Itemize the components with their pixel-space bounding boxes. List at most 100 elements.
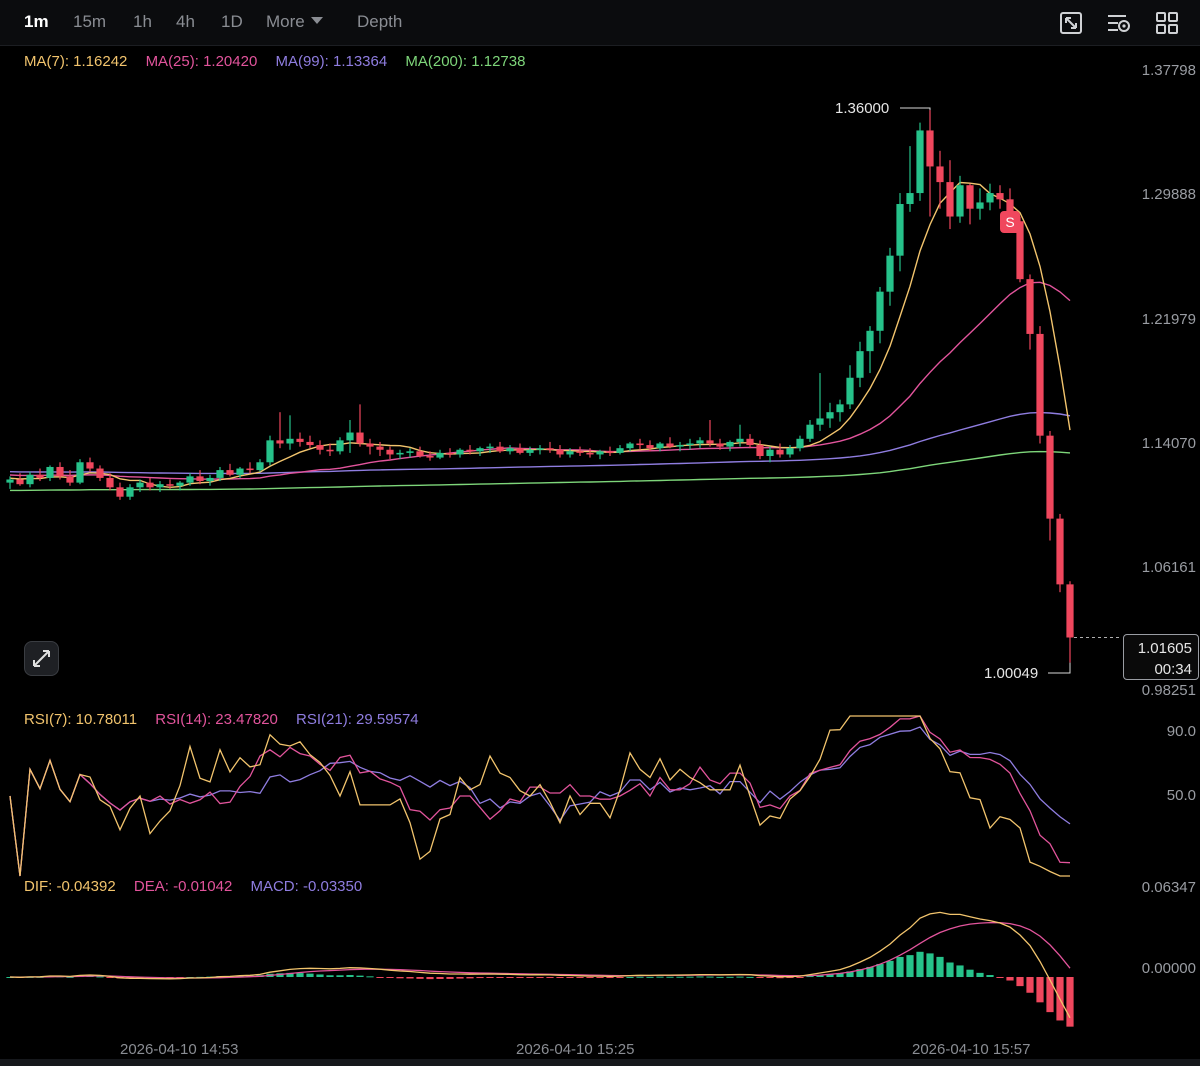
- candle-body: [856, 351, 864, 378]
- candle-body: [476, 448, 484, 452]
- candle-body: [686, 443, 694, 446]
- macd-histogram-bar: [486, 977, 494, 978]
- candle-body: [926, 130, 934, 167]
- macd-histogram-bar: [926, 953, 934, 977]
- candle-body: [756, 445, 764, 457]
- rsi-legend: RSI(7): 10.78011 RSI(14): 23.47820 RSI(2…: [24, 711, 433, 728]
- candle-body: [356, 432, 364, 444]
- candle-body: [36, 474, 44, 478]
- candle-body: [846, 377, 854, 405]
- ma7-label: MA(7): 1.16242: [24, 53, 128, 70]
- candle-body: [676, 445, 684, 447]
- rsi-axis-tick: 90.0: [1166, 723, 1196, 740]
- macd-histogram-bar: [916, 951, 924, 977]
- macd-histogram-bar: [716, 976, 724, 978]
- candle-body: [996, 193, 1004, 200]
- time-axis-label: 2026-04-10 15:25: [516, 1041, 635, 1058]
- candle-body: [516, 448, 524, 453]
- candle-body: [186, 476, 194, 483]
- macd-histogram-bar: [686, 976, 694, 978]
- candle-body: [76, 462, 84, 483]
- macd-histogram-bar: [886, 960, 894, 977]
- candle-body: [126, 487, 134, 497]
- candle-body: [246, 468, 254, 471]
- candle-body: [1056, 518, 1064, 585]
- macd-histogram-bar: [536, 977, 544, 978]
- macd-histogram-bar: [966, 969, 974, 977]
- candle-body: [576, 451, 584, 453]
- candle-body: [976, 202, 984, 209]
- candle-body: [526, 449, 534, 453]
- candle-body: [816, 418, 824, 425]
- candle-body: [166, 484, 174, 486]
- macd-histogram-bar: [356, 975, 364, 977]
- candle-body: [746, 438, 754, 446]
- macd-histogram-bar: [336, 975, 344, 977]
- candle-body: [206, 477, 214, 482]
- macd-histogram-bar: [956, 965, 964, 977]
- candle-body: [586, 452, 594, 455]
- price-axis-tick: 1.06161: [1141, 559, 1196, 576]
- candle-body: [116, 487, 124, 497]
- macd-histogram-bar: [496, 977, 504, 978]
- candle-body: [26, 474, 34, 485]
- candle-body: [896, 204, 904, 256]
- candle-body: [1066, 584, 1074, 638]
- macd-histogram-bar: [576, 977, 584, 978]
- macd-histogram-bar: [596, 977, 604, 978]
- macd-histogram-bar: [566, 977, 574, 978]
- macd-legend: DIF: -0.04392 DEA: -0.01042 MACD: -0.033…: [24, 878, 376, 895]
- rsi14-label: RSI(14): 23.47820: [155, 711, 278, 728]
- macd-histogram-bar: [906, 955, 914, 977]
- candle-body: [736, 438, 744, 442]
- macd-value-label: MACD: -0.03350: [250, 878, 363, 895]
- candle-body: [956, 185, 964, 217]
- candle-body: [336, 440, 344, 452]
- ma25-label: MA(25): 1.20420: [145, 53, 258, 70]
- candle-body: [1036, 333, 1044, 436]
- candle-body: [176, 482, 184, 486]
- macd-histogram-bar: [676, 976, 684, 978]
- macd-histogram-bar: [666, 976, 674, 978]
- candle-body: [806, 424, 814, 439]
- macd-histogram-bar: [306, 973, 314, 977]
- candle-body: [966, 185, 974, 209]
- price-axis-tick: 1.37798: [1141, 62, 1196, 79]
- macd-histogram-bar: [556, 977, 564, 978]
- sell-marker-label: S: [1005, 214, 1014, 230]
- macd-histogram-bar: [946, 962, 954, 977]
- macd-histogram-bar: [616, 977, 624, 978]
- macd-histogram-bar: [896, 956, 904, 977]
- candle-body: [226, 470, 234, 475]
- macd-histogram-bar: [476, 977, 484, 979]
- low-price-label: 1.00049: [984, 665, 1039, 682]
- high-price-label: 1.36000: [835, 100, 890, 117]
- candle-body: [486, 446, 494, 449]
- macd-histogram-bar: [296, 973, 304, 977]
- candle-body: [626, 443, 634, 449]
- candle-body: [86, 462, 94, 469]
- candle-body: [6, 479, 14, 483]
- macd-histogram-bar: [606, 977, 614, 978]
- ma-legend: MA(7): 1.16242 MA(25): 1.20420 MA(99): 1…: [24, 53, 539, 70]
- fullscreen-button[interactable]: [24, 641, 59, 676]
- macd-histogram-bar: [656, 976, 664, 978]
- candle-body: [546, 448, 554, 450]
- candle-body: [946, 182, 954, 217]
- candle-body: [46, 466, 54, 478]
- rsi21-line: [9, 726, 1071, 877]
- candlestick-chart[interactable]: S: [0, 0, 1200, 1066]
- macd-histogram-bar: [366, 976, 374, 978]
- macd-histogram-bar: [506, 977, 514, 978]
- candle-body: [716, 443, 724, 447]
- candle-body: [196, 476, 204, 482]
- ma99-label: MA(99): 1.13364: [275, 53, 388, 70]
- candle-body: [466, 449, 474, 452]
- macd-histogram-bar: [646, 976, 654, 978]
- candle-body: [906, 193, 914, 205]
- low-leader-line: [1048, 662, 1071, 674]
- macd-histogram-bar: [396, 977, 404, 979]
- macd-histogram-bar: [1006, 977, 1014, 981]
- macd-histogram-bar: [986, 975, 994, 977]
- candle-body: [316, 445, 324, 450]
